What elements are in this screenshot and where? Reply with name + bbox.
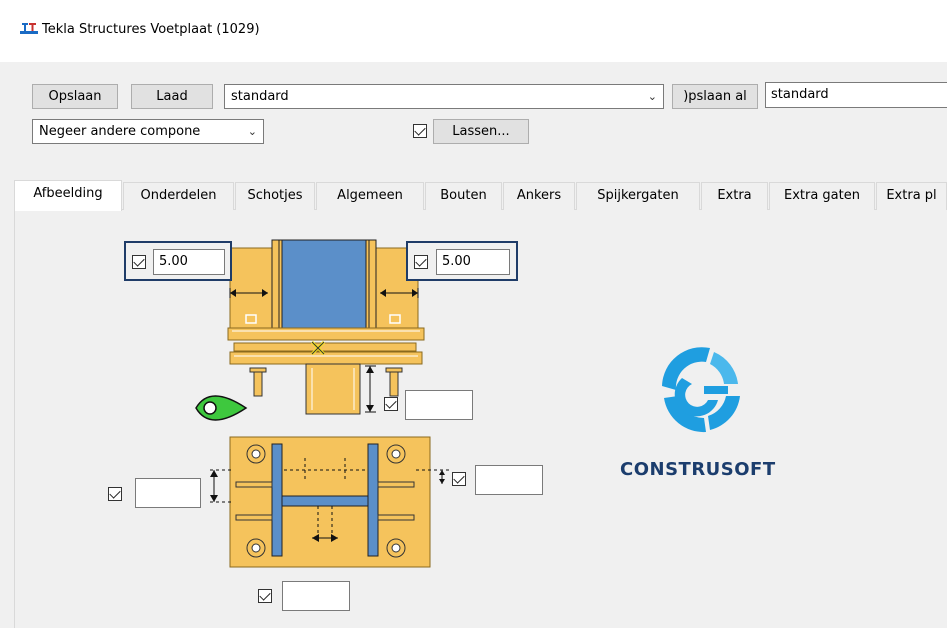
tab-spijkergaten[interactable]: Spijkergaten [576,182,700,210]
weld-left-input[interactable]: 5.00 [153,249,225,275]
right-dimension-checkbox[interactable] [452,472,466,486]
chevron-down-icon: ⌄ [247,125,257,138]
tab-algemeen[interactable]: Algemeen [316,182,424,210]
bottom-dimension-checkbox[interactable] [258,589,272,603]
load-button[interactable]: Laad [131,84,213,109]
shaft-height-checkbox[interactable] [384,397,398,411]
right-dimension-input[interactable] [475,465,543,495]
weld-right-input[interactable]: 5.00 [436,249,510,275]
welds-button[interactable]: Lassen... [433,119,529,144]
tab-afbeelding[interactable]: Afbeelding [14,180,122,211]
save-as-field[interactable]: standard [765,82,947,108]
filter-value: Negeer andere compone [39,124,201,139]
preset-dropdown[interactable]: standard ⌄ [224,84,664,109]
left-dimension-input[interactable] [135,478,201,508]
preset-value: standard [231,89,289,104]
save-button[interactable]: Opslaan [32,84,118,109]
chevron-down-icon: ⌄ [647,90,657,103]
weld-right-checkbox[interactable] [414,255,428,269]
save-as-button[interactable]: )pslaan al [672,84,758,109]
tab-onderdelen[interactable]: Onderdelen [123,182,234,210]
window-title: Tekla Structures Voetplaat (1029) [42,22,260,37]
title-bar: Tekla Structures Voetplaat (1029) [0,0,947,62]
tab-extra-platen[interactable]: Extra pl [876,182,947,210]
tab-ankers[interactable]: Ankers [503,182,575,210]
construsoft-logo-text: CONSTRUSOFT [620,459,776,480]
weld-left-checkbox[interactable] [132,255,146,269]
bottom-dimension-input[interactable] [282,581,350,611]
welds-checkbox[interactable] [413,124,427,138]
tab-strip: Afbeelding Onderdelen Schotjes Algemeen … [14,180,947,211]
tab-extra-gaten[interactable]: Extra gaten [769,182,875,210]
left-dimension-checkbox[interactable] [108,487,122,501]
filter-dropdown[interactable]: Negeer andere compone ⌄ [32,119,264,144]
tekla-app-icon [20,23,38,34]
tab-bouten[interactable]: Bouten [425,182,502,210]
tab-schotjes[interactable]: Schotjes [235,182,315,210]
tab-extra[interactable]: Extra [701,182,768,210]
shaft-height-input[interactable] [405,390,473,420]
